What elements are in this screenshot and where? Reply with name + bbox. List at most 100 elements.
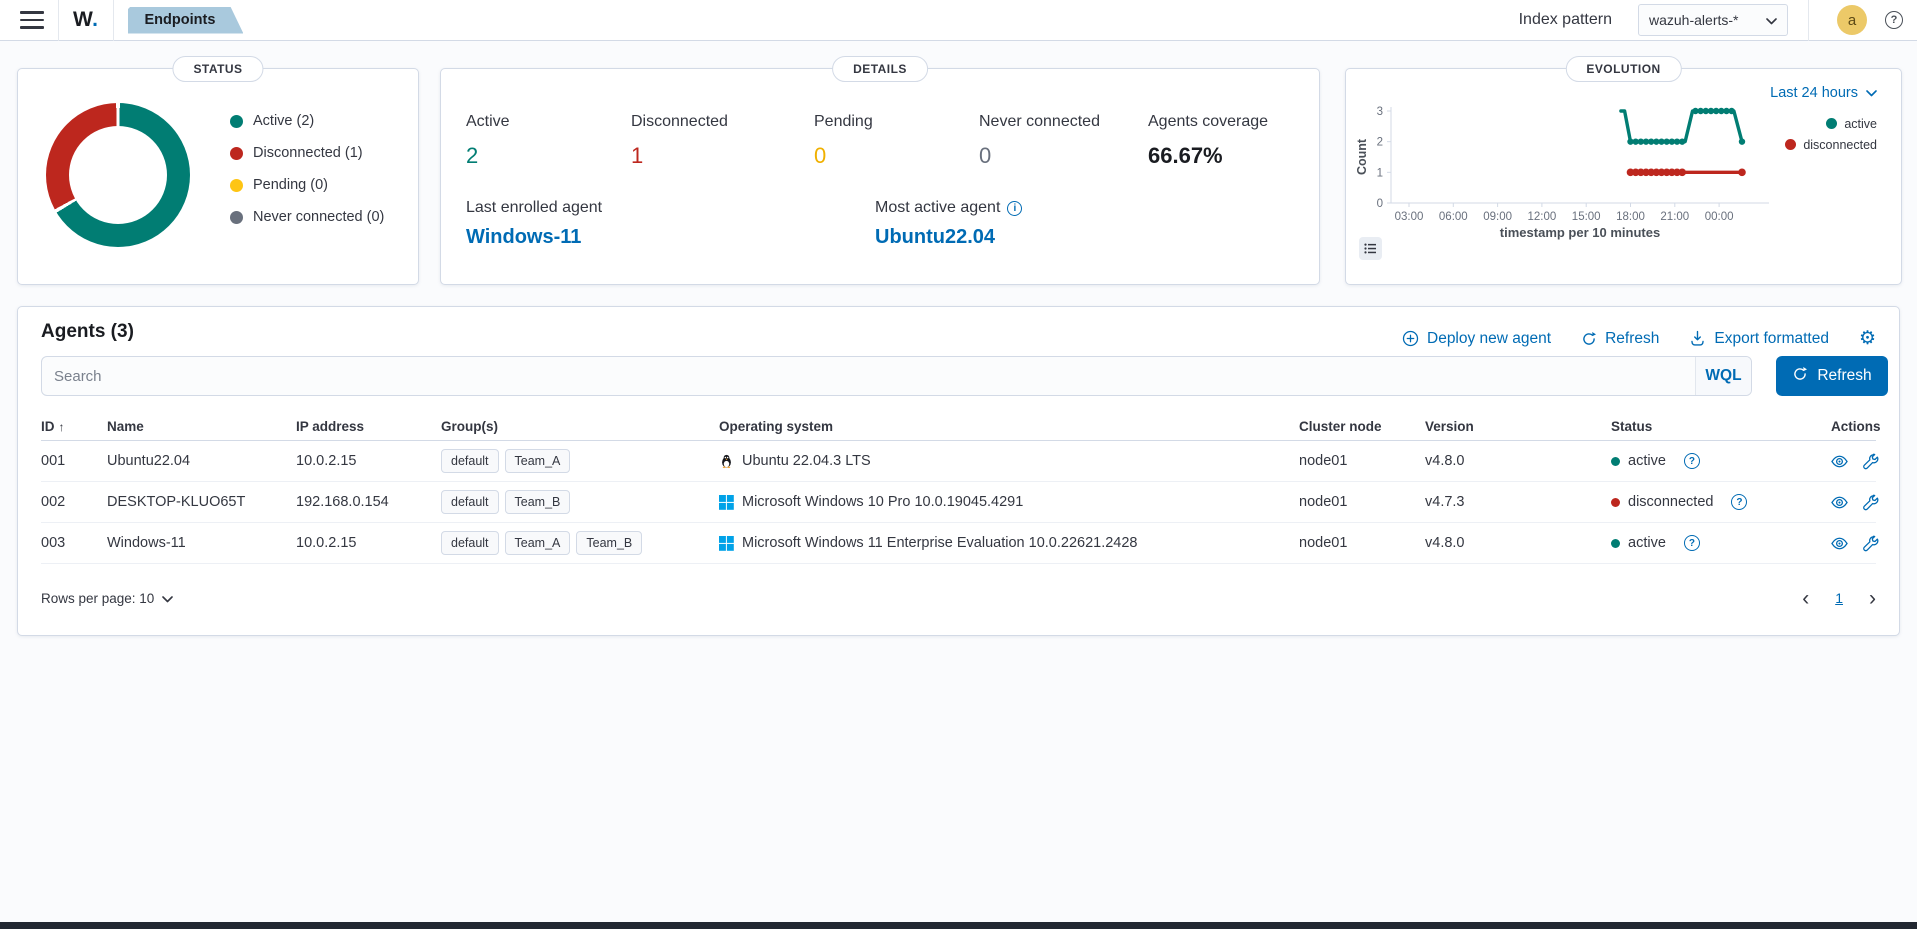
gear-icon[interactable]: ⚙ xyxy=(1859,329,1876,348)
status-panel-title: STATUS xyxy=(172,56,263,82)
help-icon[interactable]: ? xyxy=(1885,11,1903,29)
status-legend-label: Never connected (0) xyxy=(253,209,384,225)
column-header-group-s-[interactable]: Group(s) xyxy=(441,419,719,434)
cell-cluster-node: node01 xyxy=(1299,494,1425,510)
status-legend-item[interactable]: Never connected (0) xyxy=(230,201,384,233)
detail-stat: Agents coverage66.67% xyxy=(1148,113,1268,169)
detail-stat: Pending0 xyxy=(814,113,873,169)
refresh-button[interactable]: Refresh xyxy=(1581,330,1659,348)
stat-value: 0 xyxy=(979,143,1100,169)
status-legend-item[interactable]: Pending (0) xyxy=(230,169,384,201)
svg-text:2: 2 xyxy=(1377,137,1383,149)
stat-label: Disconnected xyxy=(631,113,728,131)
status-legend-item[interactable]: Active (2) xyxy=(230,105,384,137)
last-enrolled-agent-link[interactable]: Windows-11 xyxy=(466,226,602,249)
details-panel-title: DETAILS xyxy=(832,56,928,82)
refresh-button[interactable]: Refresh xyxy=(1776,356,1888,396)
column-header-id[interactable]: ID↑ xyxy=(41,419,107,434)
details-panel: DETAILS Active2Disconnected1Pending0Neve… xyxy=(440,68,1320,285)
group-badge[interactable]: default xyxy=(441,531,499,555)
wql-language-button[interactable]: WQL xyxy=(1695,357,1751,395)
evolution-legend-item[interactable]: disconnected xyxy=(1785,134,1877,155)
status-panel: STATUS Active (2)Disconnected (1)Pending… xyxy=(17,68,419,285)
deploy-new-agent-button[interactable]: Deploy new agent xyxy=(1402,330,1551,348)
cell-ip: 192.168.0.154 xyxy=(296,494,441,510)
column-header-label: Operating system xyxy=(719,419,833,434)
wrench-icon[interactable] xyxy=(1862,453,1879,470)
chevron-down-icon xyxy=(162,591,173,606)
next-page-icon[interactable]: › xyxy=(1869,588,1876,609)
agents-toolbar: Deploy new agent Refresh Export formatted ⚙ xyxy=(1402,329,1876,348)
group-badge[interactable]: default xyxy=(441,490,499,514)
agents-title: Agents (3) xyxy=(41,321,134,343)
wrench-icon[interactable] xyxy=(1862,494,1879,511)
status-legend-item[interactable]: Disconnected (1) xyxy=(230,137,384,169)
column-header-version[interactable]: Version xyxy=(1425,419,1611,434)
status-label: active xyxy=(1628,535,1666,551)
eye-icon[interactable] xyxy=(1831,535,1848,552)
user-avatar[interactable]: a xyxy=(1837,5,1867,35)
chart-legend-toggle-icon[interactable] xyxy=(1359,237,1382,260)
most-active-agent-link[interactable]: Ubuntu22.04 xyxy=(875,226,1022,249)
group-badge[interactable]: Team_B xyxy=(505,490,571,514)
stat-label: Pending xyxy=(814,113,873,131)
question-circle-icon[interactable]: ? xyxy=(1684,453,1700,469)
group-badge[interactable]: Team_A xyxy=(505,531,571,555)
group-badge[interactable]: Team_A xyxy=(505,449,571,473)
legend-dot-icon xyxy=(230,147,243,160)
wrench-icon[interactable] xyxy=(1862,535,1879,552)
question-circle-icon[interactable]: ? xyxy=(1684,535,1700,551)
rows-per-page-select[interactable]: Rows per page: 10 xyxy=(41,591,173,606)
column-header-operating-system[interactable]: Operating system xyxy=(719,419,1299,434)
tab-endpoints[interactable]: Endpoints xyxy=(128,7,244,34)
previous-page-icon[interactable]: ‹ xyxy=(1802,588,1809,609)
stat-label: Active xyxy=(466,113,510,131)
column-header-actions[interactable]: Actions xyxy=(1831,419,1883,434)
link-label: Deploy new agent xyxy=(1427,330,1551,348)
search-input[interactable] xyxy=(42,357,1695,395)
table-body: 001Ubuntu22.0410.0.2.15defaultTeam_AUbun… xyxy=(41,441,1876,564)
wazuh-logo[interactable]: W. xyxy=(73,8,99,32)
column-header-ip-address[interactable]: IP address xyxy=(296,419,441,434)
eye-icon[interactable] xyxy=(1831,494,1848,511)
wazuh-endpoints-page: W. Endpoints Index pattern wazuh-alerts-… xyxy=(0,0,1917,929)
cell-version: v4.8.0 xyxy=(1425,535,1611,551)
refresh-icon xyxy=(1792,366,1808,387)
column-header-label: Status xyxy=(1611,419,1652,434)
question-circle-icon[interactable]: ? xyxy=(1731,494,1747,510)
column-header-label: Version xyxy=(1425,419,1474,434)
cell-name: DESKTOP-KLUO65T xyxy=(107,494,296,510)
chevron-down-icon xyxy=(1766,12,1777,28)
os-name: Microsoft Windows 11 Enterprise Evaluati… xyxy=(742,535,1138,551)
cell-id: 002 xyxy=(41,494,107,510)
column-header-cluster-node[interactable]: Cluster node xyxy=(1299,419,1425,434)
divider xyxy=(58,0,59,41)
evolution-legend: activedisconnected xyxy=(1785,113,1877,155)
cell-status: disconnected? xyxy=(1611,494,1831,510)
stat-value: 1 xyxy=(631,143,728,169)
group-badge[interactable]: Team_B xyxy=(576,531,642,555)
column-header-status[interactable]: Status xyxy=(1611,419,1831,434)
group-badge[interactable]: default xyxy=(441,449,499,473)
svg-text:21:00: 21:00 xyxy=(1660,211,1689,223)
index-pattern-select[interactable]: wazuh-alerts-* xyxy=(1638,4,1788,36)
detail-stat: Never connected0 xyxy=(979,113,1100,169)
cell-groups: defaultTeam_ATeam_B xyxy=(441,531,719,555)
divider xyxy=(113,0,114,41)
evolution-line-chart: 012303:0006:0009:0012:0015:0018:0021:000… xyxy=(1356,94,1793,249)
eye-icon[interactable] xyxy=(1831,453,1848,470)
svg-text:12:00: 12:00 xyxy=(1528,211,1557,223)
info-circle-icon[interactable]: i xyxy=(1007,201,1022,216)
os-name: Ubuntu 22.04.3 LTS xyxy=(742,453,871,469)
column-header-name[interactable]: Name xyxy=(107,419,296,434)
status-dot-icon xyxy=(1611,539,1620,548)
top-navigation-bar: W. Endpoints Index pattern wazuh-alerts-… xyxy=(0,0,1917,41)
evolution-legend-item[interactable]: active xyxy=(1785,113,1877,134)
export-formatted-button[interactable]: Export formatted xyxy=(1689,330,1829,348)
detail-stat: Disconnected 1 xyxy=(631,113,728,169)
menu-icon[interactable] xyxy=(20,11,44,29)
svg-text:1: 1 xyxy=(1377,167,1383,179)
status-dot-icon xyxy=(1611,498,1620,507)
page-number[interactable]: 1 xyxy=(1835,590,1843,606)
cell-actions xyxy=(1831,535,1881,552)
